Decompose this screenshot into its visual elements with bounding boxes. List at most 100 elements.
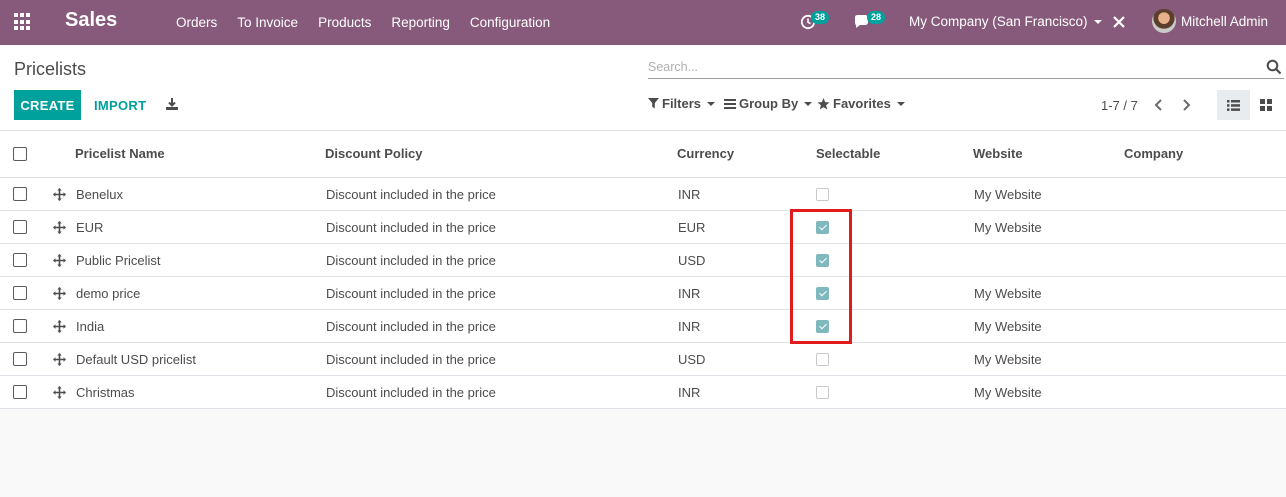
cell-currency: INR: [678, 187, 701, 202]
selectable-checkbox: [816, 320, 829, 333]
row-checkbox[interactable]: [13, 319, 27, 333]
cell-pricelist-name: demo price: [76, 286, 141, 301]
select-all-checkbox[interactable]: [13, 147, 27, 161]
bars-icon: [724, 98, 736, 109]
column-header-company[interactable]: Company: [1124, 146, 1183, 161]
cell-discount-policy: Discount included in the price: [326, 286, 496, 301]
apps-menu-icon[interactable]: [14, 13, 32, 31]
groupby-label: Group By: [739, 96, 799, 111]
cell-website: My Website: [974, 187, 1042, 202]
cell-currency: USD: [678, 253, 706, 268]
company-switcher[interactable]: My Company (San Francisco): [909, 14, 1102, 29]
cell-currency: INR: [678, 319, 701, 334]
cell-website: My Website: [974, 319, 1042, 334]
chevron-down-icon: [707, 101, 716, 106]
drag-handle-icon[interactable]: [53, 221, 66, 234]
company-name: My Company (San Francisco): [909, 14, 1088, 29]
cell-pricelist-name: EUR: [76, 220, 104, 235]
messages-badge: 28: [867, 11, 886, 24]
cell-pricelist-name: Public Pricelist: [76, 253, 161, 268]
table-row[interactable]: Christmas Discount included in the price I…: [0, 376, 1286, 409]
row-checkbox[interactable]: [13, 385, 27, 399]
cell-discount-policy: Discount included in the price: [326, 187, 496, 202]
menu-item-orders[interactable]: Orders: [166, 15, 227, 30]
drag-handle-icon[interactable]: [53, 188, 66, 201]
selectable-checkbox: [816, 221, 829, 234]
star-icon: [817, 97, 830, 109]
table-row[interactable]: Benelux Discount included in the price INR…: [0, 178, 1286, 211]
menu-item-to-invoice[interactable]: To Invoice: [227, 15, 308, 30]
main-menu: Orders To Invoice Products Reporting Con…: [166, 0, 560, 45]
search-input[interactable]: [648, 57, 1248, 77]
cell-currency: USD: [678, 352, 706, 367]
list-icon: [1227, 99, 1240, 111]
avatar: [1152, 9, 1176, 33]
cell-currency: EUR: [678, 220, 706, 235]
search-bar: [648, 57, 1284, 79]
selectable-checkbox: [816, 254, 829, 267]
chevron-down-icon: [1093, 20, 1102, 25]
kanban-view-button[interactable]: [1251, 90, 1281, 120]
cell-pricelist-name: Default USD pricelist: [76, 352, 196, 367]
chevron-left-icon[interactable]: [1152, 98, 1166, 112]
user-menu[interactable]: Mitchell Admin: [1152, 9, 1268, 33]
create-button[interactable]: CREATE: [14, 90, 81, 120]
cell-discount-policy: Discount included in the price: [326, 220, 496, 235]
row-checkbox[interactable]: [13, 286, 27, 300]
cell-website: My Website: [974, 352, 1042, 367]
row-checkbox[interactable]: [13, 220, 27, 234]
drag-handle-icon[interactable]: [53, 254, 66, 267]
row-checkbox[interactable]: [13, 352, 27, 366]
filters-toggle[interactable]: Filters: [648, 96, 716, 111]
table-row[interactable]: India Discount included in the price INR My…: [0, 310, 1286, 343]
list-view-button[interactable]: [1217, 90, 1250, 120]
chevron-right-icon[interactable]: [1179, 98, 1193, 112]
activity-badge: 38: [811, 11, 830, 24]
drag-handle-icon[interactable]: [53, 386, 66, 399]
debug-tools-icon[interactable]: [1112, 15, 1126, 29]
column-header-website[interactable]: Website: [973, 146, 1023, 161]
selectable-checkbox: [816, 353, 829, 366]
cell-discount-policy: Discount included in the price: [326, 253, 496, 268]
cell-discount-policy: Discount included in the price: [326, 352, 496, 367]
download-icon[interactable]: [164, 96, 180, 112]
import-button[interactable]: IMPORT: [86, 90, 154, 120]
column-header-currency[interactable]: Currency: [677, 146, 734, 161]
chevron-down-icon: [896, 101, 905, 106]
groupby-toggle[interactable]: Group By: [724, 96, 813, 111]
app-name[interactable]: Sales: [65, 9, 117, 32]
drag-handle-icon[interactable]: [53, 320, 66, 333]
chevron-down-icon: [804, 101, 813, 106]
drag-handle-icon[interactable]: [53, 353, 66, 366]
column-header-selectable[interactable]: Selectable: [816, 146, 880, 161]
table-row[interactable]: EUR Discount included in the price EUR My W…: [0, 211, 1286, 244]
row-checkbox[interactable]: [13, 253, 27, 267]
cell-pricelist-name: Christmas: [76, 385, 135, 400]
list-header: Pricelist Name Discount Policy Currency …: [0, 131, 1286, 178]
search-icon[interactable]: [1266, 59, 1282, 75]
menu-item-reporting[interactable]: Reporting: [381, 15, 460, 30]
top-navbar: Sales Orders To Invoice Products Reporti…: [0, 0, 1286, 45]
cell-website: My Website: [974, 385, 1042, 400]
column-header-discount-policy[interactable]: Discount Policy: [325, 146, 423, 161]
filters-label: Filters: [662, 96, 702, 111]
favorites-toggle[interactable]: Favorites: [817, 96, 905, 111]
drag-handle-icon[interactable]: [53, 287, 66, 300]
menu-item-products[interactable]: Products: [308, 15, 381, 30]
cell-currency: INR: [678, 286, 701, 301]
column-header-pricelist-name[interactable]: Pricelist Name: [75, 146, 165, 161]
user-name: Mitchell Admin: [1181, 13, 1269, 29]
favorites-label: Favorites: [833, 96, 891, 111]
row-checkbox[interactable]: [13, 187, 27, 201]
pager-value[interactable]: 1-7 / 7: [1101, 98, 1138, 113]
cell-discount-policy: Discount included in the price: [326, 385, 496, 400]
selectable-checkbox: [816, 287, 829, 300]
selectable-checkbox: [816, 386, 829, 399]
cell-discount-policy: Discount included in the price: [326, 319, 496, 334]
table-row[interactable]: Public Pricelist Discount included in the…: [0, 244, 1286, 277]
cell-currency: INR: [678, 385, 701, 400]
table-row[interactable]: demo price Discount included in the price…: [0, 277, 1286, 310]
menu-item-configuration[interactable]: Configuration: [460, 15, 560, 30]
control-panel: Pricelists CREATE IMPORT Filters Group B…: [0, 45, 1286, 131]
table-row[interactable]: Default USD pricelist Discount included i…: [0, 343, 1286, 376]
